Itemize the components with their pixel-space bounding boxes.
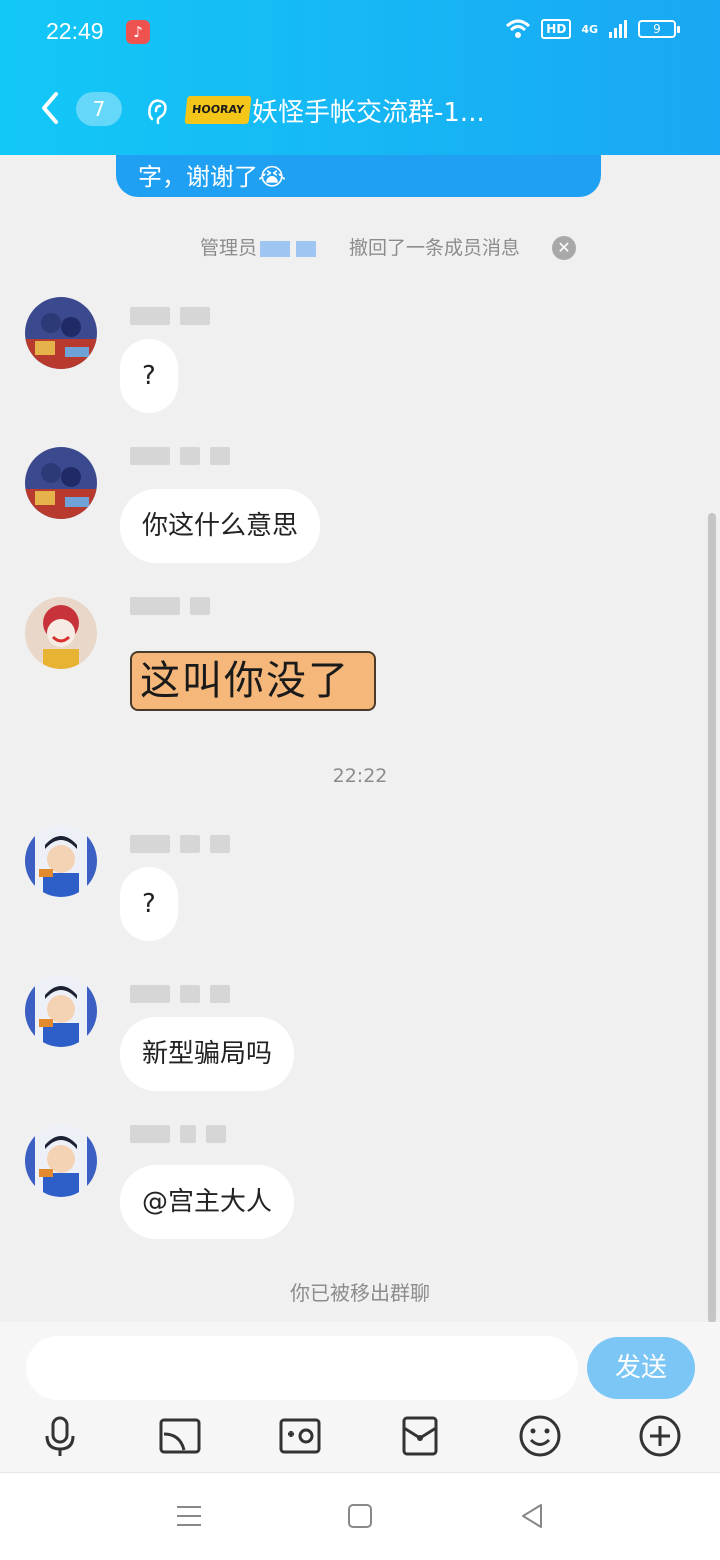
status-bar: 22:49 ♪ HD 4G 9 — [0, 0, 720, 64]
close-icon[interactable]: ✕ — [552, 236, 576, 260]
battery-icon: 9 — [638, 20, 680, 38]
removed-from-group-notice: 你已被移出群聊 — [290, 1281, 430, 1305]
back-arrow-icon[interactable] — [34, 88, 66, 128]
blurred-username — [130, 597, 210, 617]
plus-icon[interactable] — [638, 1414, 682, 1458]
signal-icon — [609, 20, 627, 38]
status-icons: HD 4G 9 — [505, 18, 680, 40]
blurred-username — [130, 985, 230, 1005]
chat-area[interactable]: 字，谢谢了😭 管理员 撤回了一条成员消息 ✕ ? 你这什么意思 这叫你没了 22… — [0, 155, 720, 1322]
photo-icon[interactable] — [278, 1414, 322, 1458]
music-app-icon: ♪ — [126, 20, 150, 44]
message-bubble[interactable]: ? — [120, 339, 178, 413]
blurred-name — [260, 240, 290, 257]
status-time: 22:49 — [46, 18, 104, 44]
group-title[interactable]: 妖怪手帐交流群-1... — [252, 92, 485, 129]
avatar[interactable] — [25, 597, 97, 669]
send-button[interactable]: 发送 — [587, 1337, 695, 1399]
avatar[interactable] — [25, 447, 97, 519]
emoji-icon[interactable] — [518, 1414, 562, 1458]
menu-icon[interactable] — [174, 1501, 204, 1531]
avatar[interactable] — [25, 297, 97, 369]
previous-message-bubble[interactable]: 字，谢谢了😭 — [116, 155, 601, 197]
hooray-badge: HOORAY — [184, 96, 252, 124]
sticker-message[interactable]: 这叫你没了 — [130, 651, 376, 711]
ear-icon[interactable] — [140, 93, 176, 129]
blurred-name — [296, 240, 316, 257]
avatar[interactable] — [25, 825, 97, 897]
scrollbar[interactable] — [708, 513, 716, 1322]
recall-suffix: 撤回了一条成员消息 — [349, 237, 521, 259]
message-bubble[interactable]: 新型骗局吗 — [120, 1017, 295, 1091]
screen-cast-icon[interactable] — [158, 1414, 202, 1458]
message-input[interactable] — [26, 1336, 578, 1400]
network-label: 4G — [581, 22, 598, 36]
wifi-icon — [506, 19, 531, 38]
avatar[interactable] — [25, 975, 97, 1047]
red-packet-icon[interactable] — [398, 1414, 442, 1458]
message-text: 新型骗局吗 — [142, 1039, 273, 1069]
message-text: ? — [142, 889, 156, 919]
message-text: 你这什么意思 — [142, 511, 299, 541]
system-nav-bar — [0, 1472, 720, 1560]
message-bubble[interactable]: @宫主大人 — [120, 1165, 295, 1239]
blurred-username — [130, 447, 230, 467]
mic-icon[interactable] — [38, 1414, 82, 1458]
back-icon[interactable] — [517, 1501, 547, 1531]
sticker-text: 这叫你没了 — [140, 658, 350, 704]
blurred-username — [130, 307, 210, 327]
message-text: @宫主大人 — [142, 1187, 273, 1217]
message-text: ? — [142, 361, 156, 391]
unread-count-badge[interactable]: 7 — [76, 92, 122, 126]
toolbar — [0, 1414, 720, 1462]
blurred-username — [130, 835, 230, 855]
chat-header: 22:49 ♪ HD 4G 9 7 HOORAY 妖怪手帐交流群-1... — [0, 0, 720, 155]
hd-badge: HD — [541, 19, 572, 39]
previous-message-text: 字，谢谢了😭 — [138, 163, 287, 191]
recall-notice: 管理员 撤回了一条成员消息 — [0, 233, 720, 260]
recall-prefix: 管理员 — [199, 237, 257, 259]
avatar[interactable] — [25, 1125, 97, 1197]
message-bubble[interactable]: ? — [120, 867, 178, 941]
message-bubble[interactable]: 你这什么意思 — [120, 489, 321, 563]
home-icon[interactable] — [345, 1501, 375, 1531]
time-divider: 22:22 — [332, 765, 388, 787]
input-area: 发送 — [0, 1322, 720, 1472]
blurred-username — [130, 1125, 226, 1145]
